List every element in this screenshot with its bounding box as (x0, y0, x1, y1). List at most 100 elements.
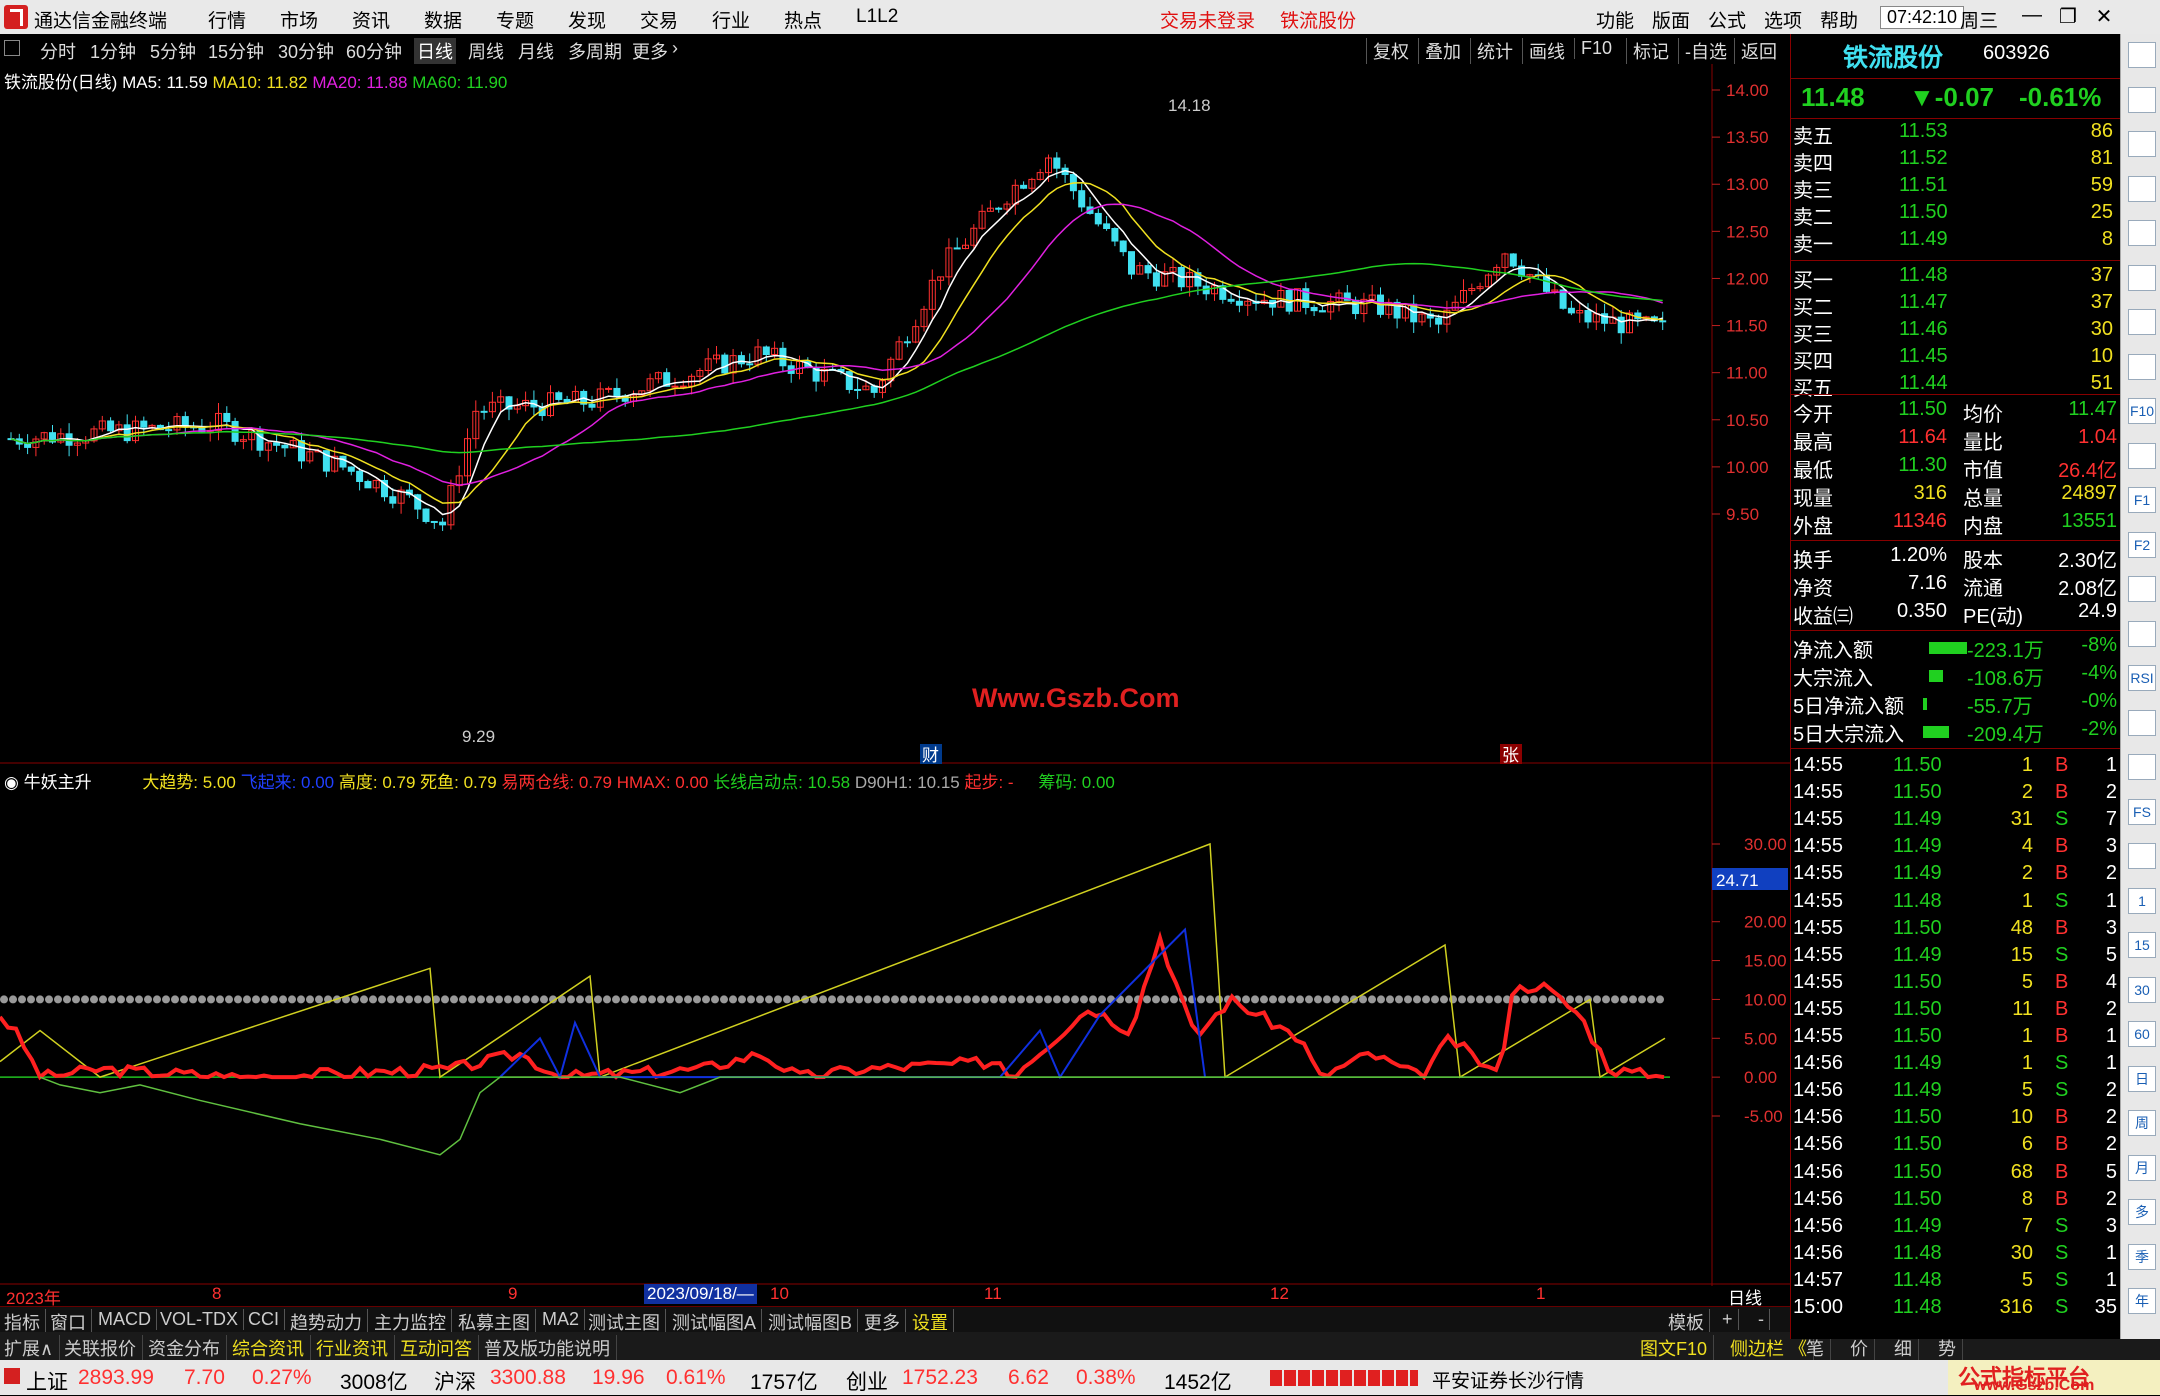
menu-zhuanti[interactable]: 专题 (496, 6, 534, 33)
restore-button[interactable]: ❐ (2054, 4, 2082, 29)
menu-redian[interactable]: 热点 (784, 6, 822, 33)
ask-row[interactable]: 卖四 11.52 81 (1791, 147, 2121, 175)
ask-row[interactable]: 卖一 11.49 8 (1791, 228, 2121, 256)
chevron-right-icon[interactable]: › (672, 38, 678, 59)
menu-faxian[interactable]: 发现 (568, 6, 606, 33)
year-icon[interactable]: 年 (2128, 1288, 2156, 1314)
candle-icon[interactable] (2128, 309, 2156, 335)
table-icon[interactable] (2128, 353, 2156, 380)
panel-toggle-icon[interactable] (4, 40, 20, 56)
indicator-collapse-icon[interactable]: ◉ (4, 773, 19, 792)
tab-related-quotes[interactable]: 关联报价 (64, 1335, 143, 1361)
kline-chart[interactable]: 14.18 9.29 Www.Gszb.Com 财 张 14.00 13.50 13… (0, 64, 1790, 764)
menu-hangqing[interactable]: 行情 (208, 6, 246, 33)
grid-icon[interactable] (2128, 220, 2156, 246)
menu-xuanxiang[interactable]: 选项 (1764, 6, 1802, 33)
sh-name[interactable]: 上证 (26, 1366, 68, 1396)
btn-f10[interactable]: F10 (1574, 38, 1612, 59)
week-icon[interactable]: 周 (2128, 1110, 2156, 1136)
thirty-icon[interactable]: 30 (2128, 976, 2156, 1003)
close-button[interactable]: ✕ (2090, 4, 2118, 29)
tab-1min[interactable]: 1分钟 (90, 38, 136, 64)
btn-tongji[interactable]: 统计 (1470, 38, 1513, 64)
tab-cci[interactable]: CCI (248, 1309, 285, 1330)
indicator-chart[interactable]: 30.0025.0020.0015.0010.005.000.00-5.00 2… (0, 764, 1790, 1286)
day-icon[interactable]: 日 (2128, 1065, 2156, 1092)
fifteen-icon[interactable]: 15 (2128, 932, 2156, 958)
down-icon[interactable] (2128, 131, 2156, 157)
btn-huaxian[interactable]: 画线 (1522, 38, 1565, 64)
ask-row[interactable]: 卖三 11.51 59 (1791, 174, 2121, 202)
tab-15min[interactable]: 15分钟 (208, 38, 264, 64)
tab-more[interactable]: 更多 (632, 38, 668, 64)
btn-zixuan[interactable]: -自选 (1678, 38, 1727, 64)
ask-row[interactable]: 卖二 11.50 25 (1791, 201, 2121, 229)
add-window-button[interactable]: + (1722, 1309, 1739, 1330)
tab-ma2[interactable]: MA2 (542, 1309, 586, 1330)
menu-hangye[interactable]: 行业 (712, 6, 750, 33)
bid-row[interactable]: 买三 11.46 30 (1791, 318, 2121, 346)
vol-icon[interactable] (2128, 843, 2156, 869)
menu-shuju[interactable]: 数据 (424, 6, 462, 33)
tab-vol-tdx[interactable]: VOL-TDX (160, 1309, 245, 1330)
rsi-icon[interactable]: RSI (2128, 665, 2156, 691)
cy-name[interactable]: 创业 (846, 1366, 888, 1396)
menu-shichang[interactable]: 市场 (280, 6, 318, 33)
fs-icon[interactable]: FS (2128, 798, 2156, 825)
menu-bangzhu[interactable]: 帮助 (1820, 6, 1858, 33)
tab-monthly[interactable]: 月线 (518, 38, 554, 64)
menu-gongneng[interactable]: 功能 (1596, 6, 1634, 33)
f1-icon[interactable]: F1 (2128, 487, 2156, 513)
tab-fund-dist[interactable]: 资金分布 (148, 1335, 227, 1361)
tab-popular-help[interactable]: 普及版功能说明 (484, 1335, 617, 1361)
tab-daily[interactable]: 日线 (414, 38, 456, 64)
ask-row[interactable]: 卖五 11.53 86 (1791, 120, 2121, 148)
f2-icon[interactable]: F2 (2128, 531, 2156, 558)
tab-5min[interactable]: 5分钟 (150, 38, 196, 64)
sixty-icon[interactable]: 60 (2128, 1021, 2156, 1047)
pen-icon[interactable] (2128, 754, 2156, 780)
rise-marker[interactable]: 张 (1502, 746, 1519, 764)
multi-icon[interactable]: 多 (2128, 1199, 2156, 1225)
tab-weekly[interactable]: 周线 (468, 38, 504, 64)
indicator-name[interactable]: 牛妖主升 (24, 773, 92, 792)
wave-icon[interactable] (2128, 620, 2156, 647)
tab-f10-graphic[interactable]: 图文F10 (1640, 1335, 1715, 1361)
tab-macd[interactable]: MACD (98, 1309, 157, 1330)
btn-fuquan[interactable]: 复权 (1366, 38, 1409, 64)
tab-industry-info[interactable]: 行业资讯 (316, 1335, 395, 1361)
tab-fenshi[interactable]: 分时 (40, 38, 76, 64)
btn-biaoji[interactable]: 标记 (1626, 38, 1669, 64)
tab-qa[interactable]: 互动问答 (400, 1335, 479, 1361)
month-icon[interactable]: 月 (2128, 1154, 2156, 1181)
up-arrow-icon[interactable] (2128, 42, 2156, 68)
menu-l1l2[interactable]: L1L2 (856, 6, 898, 28)
tab-general-info[interactable]: 综合资讯 (232, 1335, 311, 1361)
doc-icon[interactable] (2128, 442, 2156, 469)
trade-login-warning[interactable]: 交易未登录 (1160, 6, 1255, 33)
bid-row[interactable]: 买二 11.47 37 (1791, 291, 2121, 319)
tab-multi[interactable]: 多周期 (568, 38, 622, 64)
menu-banmian[interactable]: 版面 (1652, 6, 1690, 33)
finance-marker[interactable]: 财 (922, 746, 939, 764)
up-icon[interactable] (2128, 86, 2156, 113)
bid-row[interactable]: 买四 11.45 10 (1791, 345, 2121, 373)
one-icon[interactable]: 1 (2128, 887, 2156, 914)
chart-icon[interactable] (2128, 264, 2156, 291)
sz-name[interactable]: 沪深 (434, 1366, 476, 1396)
menu-gongshi[interactable]: 公式 (1708, 6, 1746, 33)
btn-diejia[interactable]: 叠加 (1418, 38, 1461, 64)
bid-row[interactable]: 买一 11.48 37 (1791, 264, 2121, 292)
circle-icon[interactable] (2128, 576, 2156, 602)
tab-60min[interactable]: 60分钟 (346, 38, 402, 64)
move-icon[interactable] (2128, 709, 2156, 736)
f10-icon[interactable]: F10 (2128, 398, 2156, 424)
minimize-button[interactable]: — (2018, 4, 2046, 27)
menu-jiaoyi[interactable]: 交易 (640, 6, 678, 33)
tick-list[interactable]: 14:55 11.50 1 B 1 14:55 11.50 2 B 2 14:55 11.49 31 S 7… (1791, 748, 2121, 1344)
menu-zixun[interactable]: 资讯 (352, 6, 390, 33)
list-icon[interactable] (2128, 175, 2156, 202)
tab-expand[interactable]: 扩展∧ (4, 1335, 61, 1361)
season-icon[interactable]: 季 (2128, 1243, 2156, 1270)
tab-30min[interactable]: 30分钟 (278, 38, 334, 64)
